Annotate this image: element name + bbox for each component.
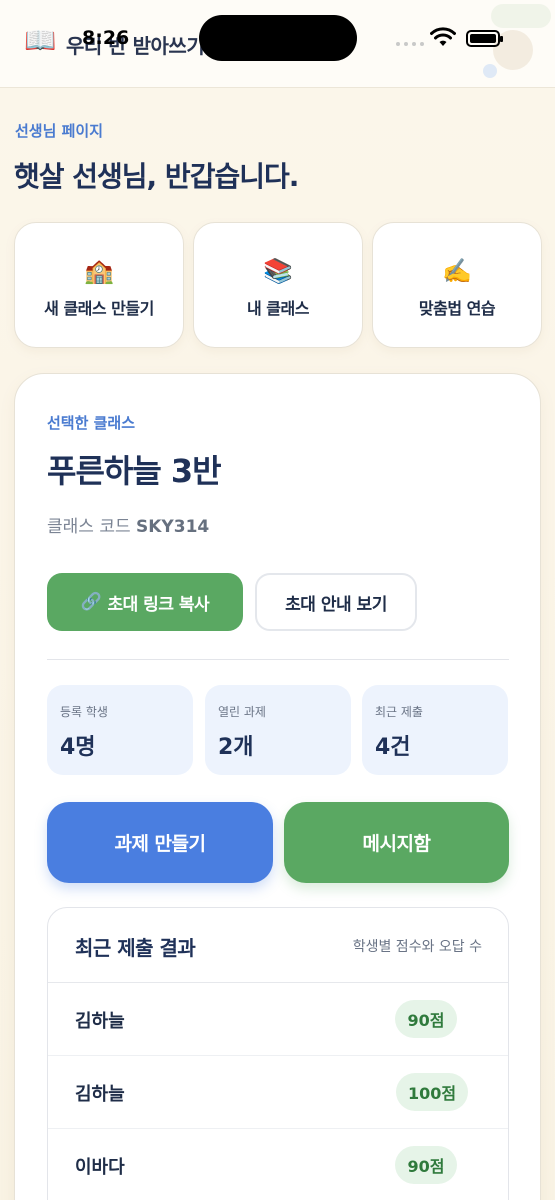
stat-value: 4건 [375, 735, 411, 760]
my-classes-label: 내 클래스 [247, 299, 309, 318]
student-name: 김하늘 [75, 1011, 125, 1032]
book-icon: 📖 [24, 26, 57, 56]
decoration [491, 4, 551, 28]
stat-registered-students: 등록 학생 4명 [47, 685, 193, 775]
app-bar: 📖 우리 반 받아쓰기 8:26 [0, 0, 555, 88]
stat-label: 등록 학생 [60, 705, 108, 719]
dynamic-island [199, 15, 357, 61]
create-assignment-button[interactable]: 과제 만들기 [47, 802, 273, 883]
recent-results-title: 최근 제출 결과 [75, 936, 196, 960]
list-item[interactable]: 김하늘 90점 [48, 983, 508, 1056]
message-box-button[interactable]: 메시지함 [284, 802, 509, 883]
recent-results-panel: 최근 제출 결과 학생별 점수와 오답 수 김하늘 90점 김하늘 100점 이… [47, 907, 509, 1200]
class-name: 푸른하늘 3반 [47, 452, 222, 490]
stat-label: 열린 과제 [218, 705, 266, 719]
spelling-practice-card[interactable]: ✍️ 맞춤법 연습 [372, 222, 542, 348]
list-item[interactable]: 이바다 90점 [48, 1129, 508, 1200]
battery-icon [466, 30, 503, 47]
copy-invite-link-label: 초대 링크 복사 [107, 594, 210, 615]
class-card: 선택한 클래스 푸른하늘 3반 클래스 코드 SKY314 🔗 초대 링크 복사… [14, 373, 541, 1200]
writing-hand-icon: ✍️ [442, 257, 472, 285]
signal-icon [396, 42, 424, 46]
list-item[interactable]: 김하늘 100점 [48, 1056, 508, 1129]
stat-recent-submissions: 최근 제출 4건 [362, 685, 508, 775]
copy-invite-link-button[interactable]: 🔗 초대 링크 복사 [47, 573, 243, 631]
page-label: 선생님 페이지 [15, 122, 104, 140]
score-badge: 90점 [395, 1000, 457, 1038]
class-code-value: SKY314 [136, 517, 210, 537]
books-icon: 📚 [263, 257, 293, 285]
recent-results-header: 최근 제출 결과 학생별 점수와 오답 수 [48, 908, 508, 983]
stat-open-assignments: 열린 과제 2개 [205, 685, 351, 775]
school-icon: 🏫 [84, 257, 114, 285]
selected-class-label: 선택한 클래스 [47, 414, 136, 432]
status-time: 8:26 [82, 27, 130, 49]
spelling-practice-label: 맞춤법 연습 [418, 299, 496, 318]
invite-guide-button[interactable]: 초대 안내 보기 [255, 573, 417, 631]
student-name: 이바다 [75, 1157, 125, 1178]
new-class-card[interactable]: 🏫 새 클래스 만들기 [14, 222, 184, 348]
class-code-label: 클래스 코드 [47, 517, 131, 537]
stat-label: 최근 제출 [375, 705, 423, 719]
wifi-icon [430, 27, 456, 46]
student-name: 김하늘 [75, 1084, 125, 1105]
link-icon: 🔗 [80, 592, 102, 612]
page-title: 햇살 선생님, 반갑습니다. [14, 160, 299, 193]
score-badge: 90점 [395, 1146, 457, 1184]
decoration [483, 64, 497, 78]
recent-results-subtitle: 학생별 점수와 오답 수 [352, 939, 482, 955]
score-badge: 100점 [396, 1073, 468, 1111]
my-classes-card[interactable]: 📚 내 클래스 [193, 222, 363, 348]
divider [47, 659, 509, 660]
new-class-label: 새 클래스 만들기 [44, 299, 154, 318]
stat-value: 4명 [60, 735, 96, 760]
class-code: 클래스 코드 SKY314 [47, 512, 209, 537]
stat-value: 2개 [218, 735, 254, 760]
